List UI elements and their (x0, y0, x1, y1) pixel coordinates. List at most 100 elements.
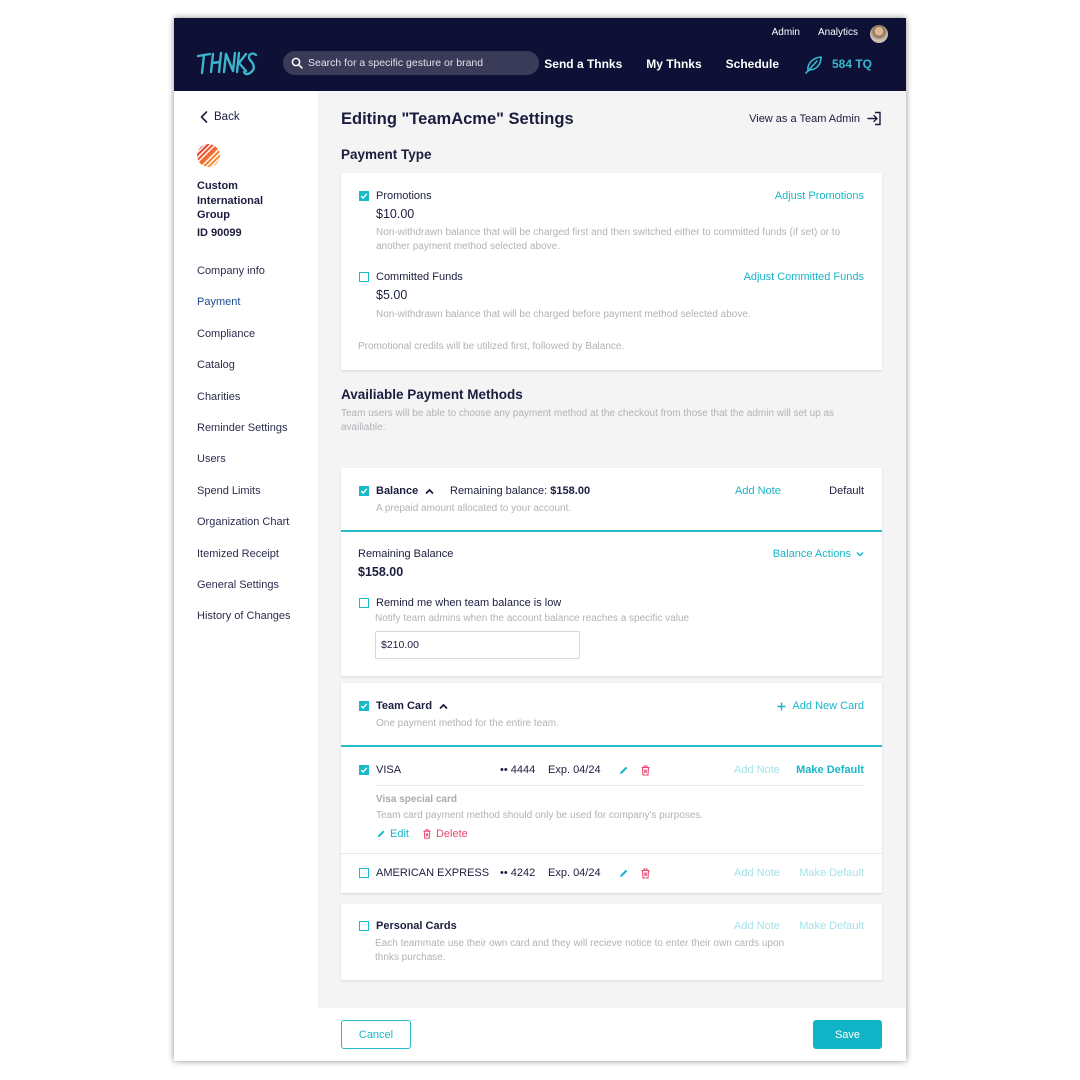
visa-note-text: Team card payment method should only be … (376, 810, 704, 821)
check-icon (360, 193, 368, 200)
sidebar-item-catalog[interactable]: Catalog (197, 358, 291, 389)
nav-my-thnks[interactable]: My Thnks (646, 57, 701, 71)
nav-schedule[interactable]: Schedule (726, 57, 779, 71)
balance-option[interactable]: Balance (359, 485, 434, 497)
promotions-checkbox[interactable] (359, 191, 369, 201)
visa-card-expiry: Exp. 04/24 (548, 764, 601, 776)
personal-cards-description: Each teammate use their own card and the… (375, 938, 785, 963)
visa-card-option[interactable]: VISA (359, 764, 401, 776)
check-icon (360, 703, 368, 710)
committed-funds-checkbox[interactable] (359, 272, 369, 282)
edit-pencil-icon[interactable] (618, 868, 629, 879)
delete-note-label: Delete (435, 828, 468, 840)
sidebar-item-payment[interactable]: Payment (197, 295, 291, 326)
personal-cards-option[interactable]: Personal Cards (359, 920, 457, 932)
back-button[interactable]: Back (200, 111, 240, 123)
thnks-logo[interactable] (196, 49, 258, 77)
visa-card-checkbox[interactable] (359, 765, 369, 775)
add-new-card-button[interactable]: Add New Card (777, 700, 864, 712)
user-avatar[interactable] (870, 25, 888, 43)
sidebar-item-history-of-changes[interactable]: History of Changes (197, 609, 291, 640)
personal-add-note-link[interactable]: Add Note (734, 920, 780, 932)
edit-note-label: Edit (390, 828, 409, 840)
sidebar-item-users[interactable]: Users (197, 452, 291, 483)
balance-divider (341, 530, 882, 532)
sidebar-item-spend-limits[interactable]: Spend Limits (197, 484, 291, 515)
view-as-team-admin-button[interactable]: View as a Team Admin (749, 111, 882, 126)
team-card-option[interactable]: Team Card (359, 700, 448, 712)
company-name: Custom International Group (197, 180, 264, 221)
sidebar-item-itemized-receipt[interactable]: Itemized Receipt (197, 547, 291, 578)
visa-card-last4: •• 4444 (500, 764, 536, 776)
tq-balance-value: 584 TQ (831, 57, 872, 71)
delete-note-button[interactable]: Delete (422, 828, 468, 840)
trash-icon (423, 829, 431, 839)
balance-add-note-link[interactable]: Add Note (735, 485, 781, 497)
admin-link[interactable]: Admin (772, 27, 800, 38)
sidebar-item-company-info[interactable]: Company info (197, 264, 291, 295)
chevron-up-icon[interactable] (439, 703, 448, 710)
remaining-balance-panel-value: $158.00 (358, 565, 404, 579)
balance-checkbox[interactable] (359, 486, 369, 496)
adjust-promotions-link[interactable]: Adjust Promotions (775, 190, 864, 202)
amex-card-brand: AMERICAN EXPRESS (376, 867, 490, 879)
search-input[interactable] (308, 57, 528, 69)
save-button[interactable]: Save (813, 1020, 882, 1049)
personal-cards-checkbox[interactable] (359, 921, 369, 931)
sidebar-item-general-settings[interactable]: General Settings (197, 578, 291, 609)
team-card-label: Team Card (376, 700, 433, 712)
main-content: Editing "TeamAcme" Settings View as a Te… (318, 91, 906, 1008)
low-balance-threshold-input[interactable] (375, 631, 580, 659)
tq-balance[interactable]: 584 TQ (804, 54, 872, 74)
top-links: Admin Analytics (772, 27, 858, 38)
committed-funds-option[interactable]: Committed Funds (359, 271, 463, 283)
sidebar-item-compliance[interactable]: Compliance (197, 327, 291, 358)
sidebar-item-organization-chart[interactable]: Organization Chart (197, 515, 291, 546)
amex-add-note-link[interactable]: Add Note (734, 867, 780, 879)
nav-send-a-thnks[interactable]: Send a Thnks (544, 57, 622, 71)
app-window: Admin Analytics Send a Thnks My Thnks Sc… (174, 18, 906, 1061)
amex-card-checkbox[interactable] (359, 868, 369, 878)
chevron-up-icon[interactable] (425, 488, 434, 495)
view-as-team-admin-label: View as a Team Admin (749, 112, 860, 125)
chevron-left-icon (200, 111, 208, 123)
check-icon (360, 767, 368, 774)
sign-in-icon (867, 111, 881, 126)
promotions-label: Promotions (376, 190, 432, 202)
balance-actions-dropdown[interactable]: Balance Actions (773, 548, 864, 560)
company-logo (197, 144, 220, 167)
personal-make-default-link[interactable]: Make Default (799, 920, 864, 932)
payment-type-card: Promotions Adjust Promotions $10.00 Non-… (341, 173, 882, 370)
visa-make-default-link[interactable]: Make Default (796, 764, 864, 776)
visa-note-title: Visa special card (376, 794, 457, 805)
trash-icon[interactable] (640, 765, 651, 776)
remaining-balance-summary: Remaining balance: $158.00 (450, 485, 590, 497)
add-new-card-label: Add New Card (792, 700, 864, 712)
edit-pencil-icon[interactable] (618, 765, 629, 776)
visa-add-note-link[interactable]: Add Note (734, 764, 780, 776)
plus-icon (777, 702, 786, 710)
remind-low-balance-option[interactable]: Remind me when team balance is low (359, 597, 561, 609)
settings-nav: Company info Payment Compliance Catalog … (197, 264, 291, 641)
amex-card-option[interactable]: AMERICAN EXPRESS (359, 867, 489, 879)
promotions-option[interactable]: Promotions (359, 190, 432, 202)
search-bar[interactable] (283, 51, 539, 75)
trash-icon[interactable] (640, 868, 651, 879)
cancel-button[interactable]: Cancel (341, 1020, 411, 1049)
team-card-description: One payment method for the entire team. (376, 718, 559, 729)
chevron-down-icon (856, 551, 864, 557)
edit-note-button[interactable]: Edit (376, 828, 409, 840)
sidebar: Back Custom International Group ID 90099 (174, 91, 318, 1061)
team-card-checkbox[interactable] (359, 701, 369, 711)
analytics-link[interactable]: Analytics (818, 27, 858, 38)
remind-low-balance-checkbox[interactable] (359, 598, 369, 608)
amex-make-default-link[interactable]: Make Default (799, 867, 864, 879)
sidebar-item-reminder-settings[interactable]: Reminder Settings (197, 421, 291, 452)
amex-card-last4: •• 4242 (500, 867, 536, 879)
top-navigation-bar: Admin Analytics Send a Thnks My Thnks Sc… (174, 18, 906, 91)
committed-funds-amount: $5.00 (376, 288, 408, 302)
adjust-committed-funds-link[interactable]: Adjust Committed Funds (744, 271, 864, 283)
remaining-balance-value: $158.00 (550, 485, 591, 497)
balance-actions-label: Balance Actions (772, 548, 851, 560)
sidebar-item-charities[interactable]: Charities (197, 390, 291, 421)
